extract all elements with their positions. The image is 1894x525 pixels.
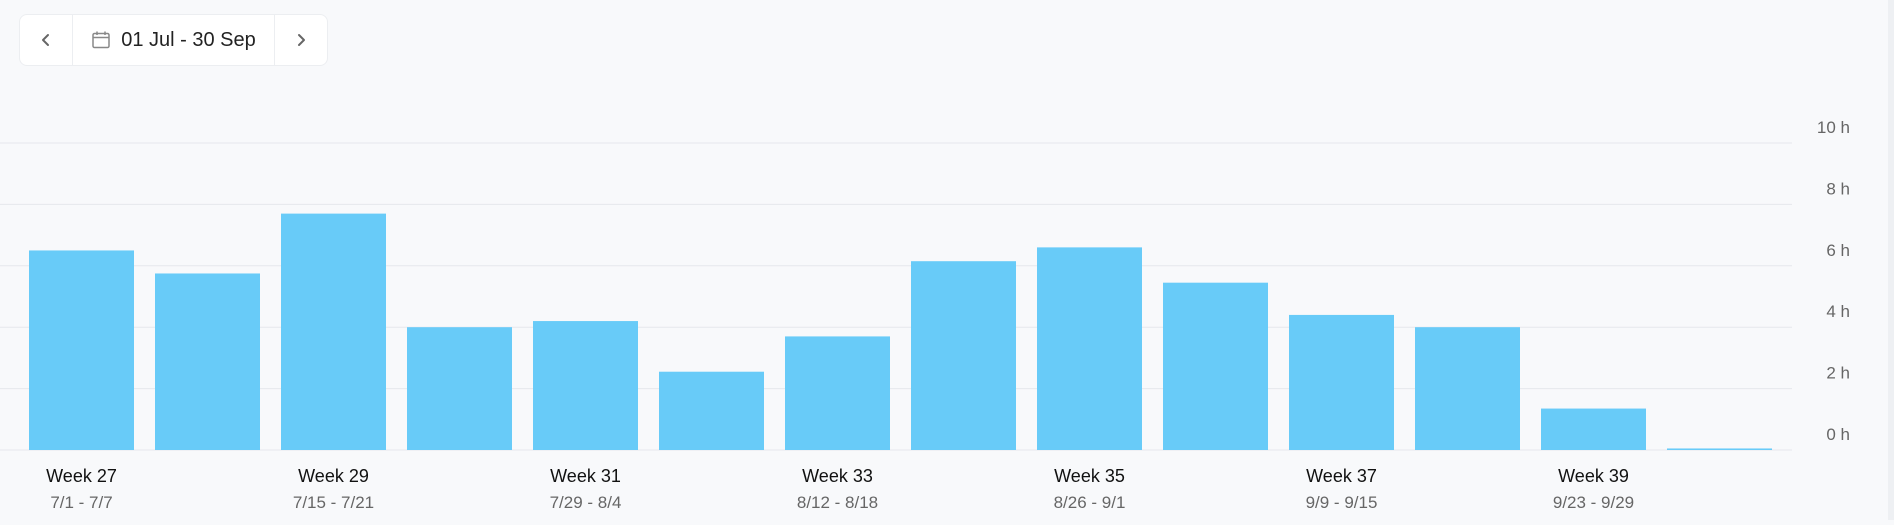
grid-layer: [0, 142, 1792, 451]
week-label: Week 31: [550, 466, 621, 486]
week-label: Week 37: [1306, 466, 1377, 486]
week-date-range-label: 9/23 - 9/29: [1553, 493, 1634, 512]
y-tick-label: 8 h: [1826, 179, 1850, 198]
week-label: Week 27: [46, 466, 117, 486]
bar[interactable]: [533, 321, 638, 450]
bar[interactable]: [1163, 282, 1268, 450]
bar[interactable]: [1415, 327, 1520, 450]
week-label: Week 29: [298, 466, 369, 486]
y-tick-label: 2 h: [1826, 364, 1850, 383]
week-label: Week 35: [1054, 466, 1125, 486]
week-label: Week 33: [802, 466, 873, 486]
y-tick-label: 4 h: [1826, 302, 1850, 321]
bar[interactable]: [155, 273, 260, 450]
bar-layer: [29, 213, 1772, 450]
bar[interactable]: [785, 336, 890, 450]
y-axis-ticks: 0 h 2 h 4 h 6 h 8 h 10 h: [1817, 118, 1850, 444]
bar[interactable]: [29, 250, 134, 450]
weekly-hours-chart: 0 h2 h4 h6 h8 h 10 h Week 27 7/1 - 7/7 Week…: [0, 0, 1894, 520]
x-axis-labels: Week 27 7/1 - 7/7 Week 29 7/15 - 7/21 Week 3…: [46, 466, 1634, 512]
bar[interactable]: [281, 213, 386, 450]
week-date-range-label: 7/1 - 7/7: [50, 493, 112, 512]
bar[interactable]: [1541, 408, 1646, 450]
y-tick-label: 10 h: [1817, 118, 1850, 137]
bar[interactable]: [407, 327, 512, 450]
week-date-range-label: 9/9 - 9/15: [1306, 493, 1378, 512]
scrollbar[interactable]: [1888, 0, 1894, 520]
week-date-range-label: 7/15 - 7/21: [293, 493, 374, 512]
week-date-range-label: 8/26 - 9/1: [1054, 493, 1126, 512]
y-tick-label: 0 h: [1826, 425, 1850, 444]
bar[interactable]: [911, 261, 1016, 450]
bar-chart: 0 h2 h4 h6 h8 h10 h Week 277/1 - 7/7Week…: [0, 118, 1850, 512]
bar[interactable]: [659, 371, 764, 450]
bar[interactable]: [1289, 314, 1394, 450]
week-label: Week 39: [1558, 466, 1629, 486]
y-tick-label: 6 h: [1826, 241, 1850, 260]
bar[interactable]: [1037, 247, 1142, 450]
week-date-range-label: 8/12 - 8/18: [797, 493, 878, 512]
bar[interactable]: [1667, 448, 1772, 450]
week-date-range-label: 7/29 - 8/4: [550, 493, 622, 512]
